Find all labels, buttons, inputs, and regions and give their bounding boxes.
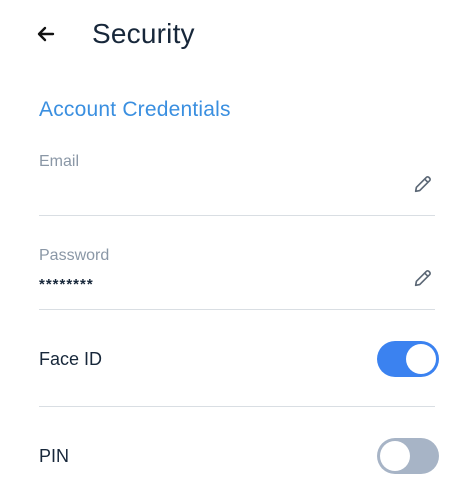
face-id-row: Face ID bbox=[39, 339, 439, 379]
email-label: Email bbox=[39, 153, 80, 170]
header: Security bbox=[0, 0, 474, 70]
pin-label: PIN bbox=[39, 446, 70, 466]
divider bbox=[39, 215, 435, 216]
face-id-toggle[interactable] bbox=[377, 341, 439, 377]
password-field[interactable]: Password ******** bbox=[39, 246, 435, 298]
password-value: ******** bbox=[39, 276, 94, 293]
pencil-icon bbox=[414, 176, 431, 193]
toggle-knob bbox=[380, 441, 410, 471]
edit-email-button[interactable] bbox=[411, 172, 435, 196]
edit-password-button[interactable] bbox=[411, 266, 435, 290]
face-id-label: Face ID bbox=[39, 349, 103, 369]
pin-toggle[interactable] bbox=[377, 438, 439, 474]
security-screen: Security Account Credentials Email Passw… bbox=[0, 0, 474, 493]
arrow-left-icon bbox=[37, 26, 55, 42]
email-field[interactable]: Email bbox=[39, 152, 435, 204]
divider bbox=[39, 309, 435, 310]
pencil-icon bbox=[414, 270, 431, 287]
pin-row: PIN bbox=[39, 436, 439, 476]
back-button[interactable] bbox=[30, 18, 62, 50]
section-title: Account Credentials bbox=[39, 98, 231, 121]
password-label: Password bbox=[39, 247, 110, 264]
divider bbox=[39, 406, 435, 407]
toggle-knob bbox=[406, 344, 436, 374]
page-title: Security bbox=[92, 18, 195, 49]
